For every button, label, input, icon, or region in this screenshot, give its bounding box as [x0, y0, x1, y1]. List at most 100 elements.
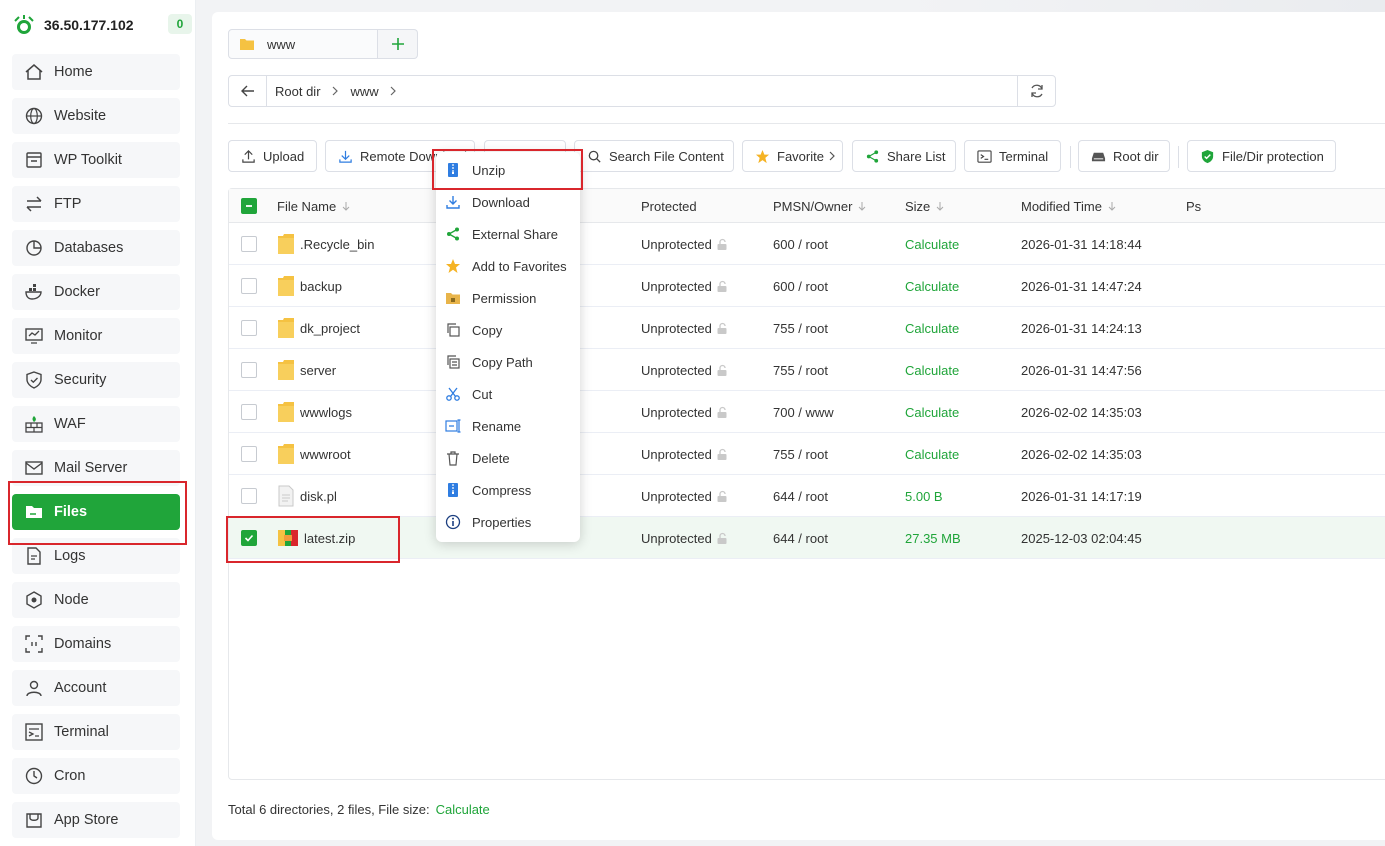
- row-checkbox[interactable]: [241, 278, 257, 294]
- row-select-cell: [241, 475, 257, 517]
- sidebar-item-app-store[interactable]: App Store: [12, 802, 180, 838]
- file-name[interactable]: .Recycle_bin: [300, 237, 374, 252]
- breadcrumb-root[interactable]: Root dir: [275, 84, 339, 99]
- sidebar-item-node[interactable]: Node: [12, 582, 180, 618]
- file-name-cell[interactable]: .Recycle_bin: [277, 223, 374, 265]
- breadcrumb-www[interactable]: www: [351, 84, 397, 99]
- row-checkbox[interactable]: [241, 488, 257, 504]
- table-row[interactable]: .Recycle_bin Unprotected 600 / root Calcula…: [229, 223, 1385, 265]
- size-cell[interactable]: Calculate: [905, 349, 959, 391]
- table-row[interactable]: server Unprotected 755 / root Calculate 2026…: [229, 349, 1385, 391]
- sidebar-item-website[interactable]: Website: [12, 98, 180, 134]
- perm-owner-cell[interactable]: 755 / root: [773, 433, 828, 475]
- sidebar-item-home[interactable]: Home: [12, 54, 180, 90]
- context-menu-delete[interactable]: Delete: [436, 442, 580, 474]
- file-name-cell[interactable]: dk_project: [277, 307, 360, 349]
- sidebar-item-docker[interactable]: Docker: [12, 274, 180, 310]
- context-menu-properties[interactable]: Properties: [436, 506, 580, 538]
- context-menu-compress[interactable]: Compress: [436, 474, 580, 506]
- file-name-cell[interactable]: disk.pl: [277, 475, 337, 517]
- perm-owner-cell[interactable]: 755 / root: [773, 307, 828, 349]
- sidebar-item-domains[interactable]: Domains: [12, 626, 180, 662]
- perm-owner-cell[interactable]: 644 / root: [773, 517, 828, 559]
- table-row[interactable]: disk.pl Unprotected 644 / root 5.00 B 2026-0…: [229, 475, 1385, 517]
- table-row[interactable]: latest.zip Unprotected 644 / root 27.35 MB 2…: [229, 517, 1385, 559]
- upload-button[interactable]: Upload: [228, 140, 317, 172]
- context-menu-download[interactable]: Download: [436, 186, 580, 218]
- file-name[interactable]: disk.pl: [300, 489, 337, 504]
- context-menu-external-share[interactable]: External Share: [436, 218, 580, 250]
- row-checkbox[interactable]: [241, 236, 257, 252]
- row-checkbox[interactable]: [241, 404, 257, 420]
- context-menu-rename[interactable]: Rename: [436, 410, 580, 442]
- size-cell[interactable]: Calculate: [905, 391, 959, 433]
- perm-owner-cell[interactable]: 600 / root: [773, 265, 828, 307]
- sidebar-item-ftp[interactable]: FTP: [12, 186, 180, 222]
- file-name-cell[interactable]: wwwlogs: [277, 391, 352, 433]
- size-cell[interactable]: Calculate: [905, 265, 959, 307]
- row-checkbox[interactable]: [241, 362, 257, 378]
- tab-www[interactable]: www: [228, 29, 378, 59]
- size-cell[interactable]: Calculate: [905, 307, 959, 349]
- sidebar-item-account[interactable]: Account: [12, 670, 180, 706]
- perm-owner-cell[interactable]: 700 / www: [773, 391, 834, 433]
- col-modified[interactable]: Modified Time: [1021, 189, 1116, 223]
- sidebar-item-label: Security: [54, 372, 107, 388]
- row-checkbox[interactable]: [241, 446, 257, 462]
- col-size[interactable]: Size: [905, 189, 944, 223]
- perm-owner-cell[interactable]: 644 / root: [773, 475, 828, 517]
- perm-owner-cell[interactable]: 755 / root: [773, 349, 828, 391]
- share-list-button[interactable]: Share List: [852, 140, 956, 172]
- context-menu-add-to-favorites[interactable]: Add to Favorites: [436, 250, 580, 282]
- table-row[interactable]: dk_project Unprotected 755 / root Calculate…: [229, 307, 1385, 349]
- copy-icon: [447, 323, 460, 337]
- favorite-button[interactable]: Favorite: [742, 140, 843, 172]
- file-name[interactable]: server: [300, 363, 336, 378]
- arrow-left-icon: [240, 85, 254, 97]
- download-icon: [446, 196, 460, 209]
- file-name[interactable]: backup: [300, 279, 342, 294]
- file-name-cell[interactable]: backup: [277, 265, 342, 307]
- context-menu-cut[interactable]: Cut: [436, 378, 580, 410]
- refresh-button[interactable]: [1017, 76, 1055, 106]
- notification-badge[interactable]: 0: [168, 14, 192, 34]
- sidebar-item-wp-toolkit[interactable]: WP Toolkit: [12, 142, 180, 178]
- table-row[interactable]: backup Unprotected 600 / root Calculate 2026…: [229, 265, 1385, 307]
- compress-icon: [448, 483, 458, 497]
- sidebar-item-security[interactable]: Security: [12, 362, 180, 398]
- table-row[interactable]: wwwlogs Unprotected 700 / www Calculate 2026…: [229, 391, 1385, 433]
- file-name-cell[interactable]: wwwroot: [277, 433, 351, 475]
- back-button[interactable]: [229, 76, 267, 106]
- sidebar: 36.50.177.102 0 Home Website WP Toolkit FTP…: [0, 0, 196, 846]
- context-menu-copy[interactable]: Copy: [436, 314, 580, 346]
- chevron-right-icon: [390, 86, 396, 96]
- col-file-name[interactable]: File Name: [277, 189, 350, 223]
- sidebar-item-monitor[interactable]: Monitor: [12, 318, 180, 354]
- select-all-checkbox[interactable]: [241, 198, 257, 214]
- table-row[interactable]: wwwroot Unprotected 755 / root Calculate 202…: [229, 433, 1385, 475]
- sidebar-item-terminal[interactable]: Terminal: [12, 714, 180, 750]
- sidebar-item-waf[interactable]: WAF: [12, 406, 180, 442]
- modified-cell: 2025-12-03 02:04:45: [1021, 530, 1142, 546]
- file-name-cell[interactable]: server: [277, 349, 336, 391]
- file-name[interactable]: wwwroot: [300, 447, 351, 462]
- col-protected: Protected: [641, 198, 697, 214]
- root-dir-button[interactable]: Root dir: [1078, 140, 1170, 172]
- file-name[interactable]: dk_project: [300, 321, 360, 336]
- context-menu-permission[interactable]: Permission: [436, 282, 580, 314]
- sidebar-item-cron[interactable]: Cron: [12, 758, 180, 794]
- context-menu-copy-path[interactable]: Copy Path: [436, 346, 580, 378]
- add-tab-button[interactable]: [378, 29, 418, 59]
- row-select-cell: [241, 349, 257, 391]
- file-name[interactable]: wwwlogs: [300, 405, 352, 420]
- size-cell[interactable]: Calculate: [905, 223, 959, 265]
- sidebar-item-databases[interactable]: Databases: [12, 230, 180, 266]
- size-cell[interactable]: Calculate: [905, 433, 959, 475]
- row-checkbox[interactable]: [241, 320, 257, 336]
- perm-owner-cell[interactable]: 600 / root: [773, 223, 828, 265]
- col-perm-owner[interactable]: PMSN/Owner: [773, 189, 866, 223]
- terminal-button[interactable]: Terminal: [964, 140, 1061, 172]
- search-content-button[interactable]: Search File Content: [574, 140, 734, 172]
- dir-protection-button[interactable]: File/Dir protection: [1187, 140, 1336, 172]
- calculate-total-link[interactable]: Calculate: [436, 802, 490, 817]
